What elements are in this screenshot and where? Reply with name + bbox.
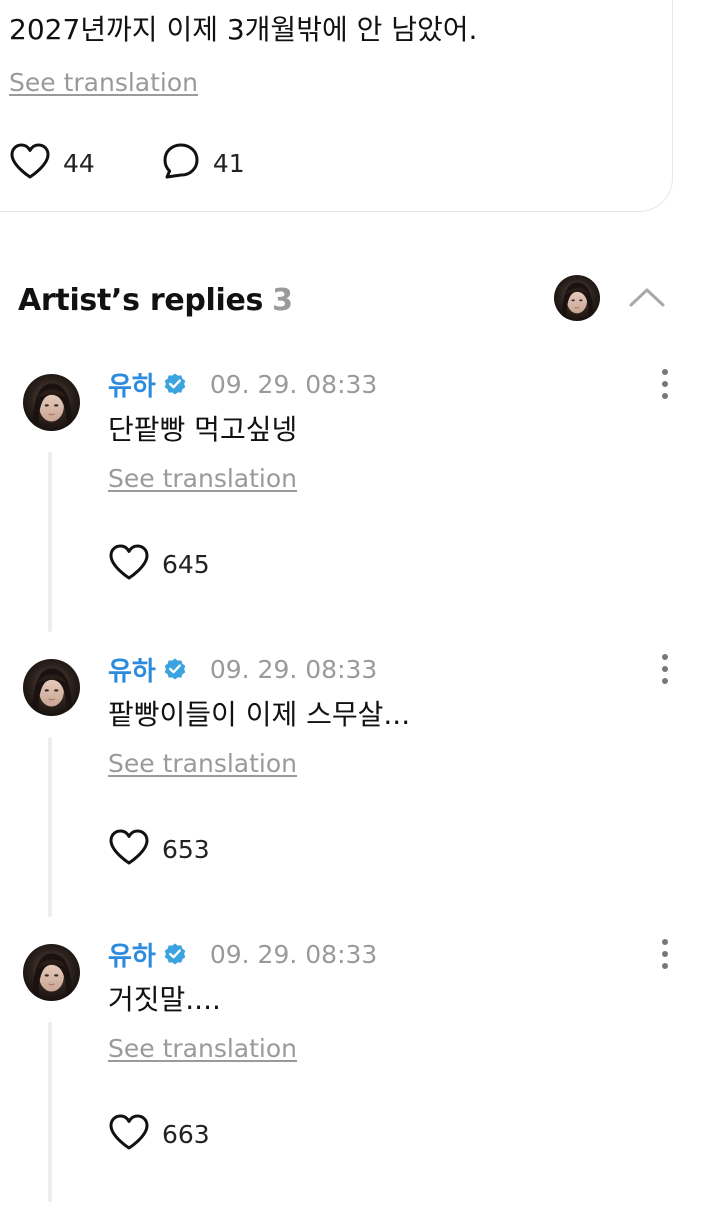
reply-like-count: 663 <box>162 1119 210 1149</box>
more-vertical-icon <box>661 368 669 404</box>
artist-replies-count: 3 <box>272 282 293 318</box>
reply-timestamp: 09. 29. 08:33 <box>209 654 378 684</box>
reply-like-count: 653 <box>162 834 210 864</box>
reply-text: 거짓말.... <box>108 983 221 1016</box>
heart-icon <box>9 142 51 184</box>
reply-text: 팥빵이들이 이제 스무살... <box>108 698 411 731</box>
collapse-replies-button[interactable] <box>624 280 670 318</box>
reply-meta: 유하 09. 29. 08:33 <box>108 934 377 974</box>
reply-more-button[interactable] <box>650 653 680 689</box>
reply-like-count: 645 <box>162 549 210 579</box>
reply-see-translation-link[interactable]: See translation <box>108 462 297 496</box>
reply-author[interactable]: 유하 <box>108 366 156 403</box>
post-text: 2027년까지 이제 3개월밖에 안 남았어. <box>9 13 478 46</box>
reply-text: 단팥빵 먹고싶넹 <box>108 413 298 446</box>
more-vertical-icon <box>661 938 669 974</box>
post-actions: 44 41 <box>9 141 245 185</box>
chevron-up-icon <box>628 286 666 312</box>
reply-avatar[interactable] <box>23 944 80 1001</box>
artist-replies-header: Artist’s replies 3 <box>18 276 293 324</box>
heart-icon <box>108 828 150 870</box>
artist-avatar[interactable] <box>554 275 600 321</box>
reply-avatar[interactable] <box>23 659 80 716</box>
reply-more-button[interactable] <box>650 938 680 974</box>
heart-icon <box>108 543 150 585</box>
reply-see-translation-link[interactable]: See translation <box>108 747 297 781</box>
post-like-count: 44 <box>63 148 95 178</box>
post-comment-button[interactable]: 41 <box>161 141 245 185</box>
reply-timestamp: 09. 29. 08:33 <box>209 369 378 399</box>
reply-meta: 유하 09. 29. 08:33 <box>108 649 377 689</box>
post-see-translation-link[interactable]: See translation <box>9 66 198 100</box>
reply-item: 유하 09. 29. 08:33 팥빵이들이 이제 스무살... See tra… <box>0 647 712 927</box>
reply-avatar[interactable] <box>23 374 80 431</box>
reply-item: 유하 09. 29. 08:33 단팥빵 먹고싶넹 See translatio… <box>0 362 712 642</box>
more-vertical-icon <box>661 653 669 689</box>
verified-badge-icon <box>162 656 188 682</box>
reply-more-button[interactable] <box>650 368 680 404</box>
post-comment-count: 41 <box>212 148 245 178</box>
reply-author[interactable]: 유하 <box>108 936 156 973</box>
thread-line <box>48 1022 52 1202</box>
reply-timestamp: 09. 29. 08:33 <box>209 939 378 969</box>
comment-bubble-icon <box>161 141 201 185</box>
reply-item: 유하 09. 29. 08:33 거짓말.... See translation… <box>0 932 712 1212</box>
reply-like-button[interactable]: 645 <box>108 542 210 586</box>
reply-like-button[interactable]: 663 <box>108 1112 210 1156</box>
post-card: 2027년까지 이제 3개월밖에 안 남았어. See translation … <box>0 0 673 212</box>
thread-line <box>48 452 52 632</box>
reply-see-translation-link[interactable]: See translation <box>108 1032 297 1066</box>
artist-replies-title: Artist’s replies <box>18 282 264 318</box>
reply-like-button[interactable]: 653 <box>108 827 210 871</box>
reply-author[interactable]: 유하 <box>108 651 156 688</box>
post-like-button[interactable]: 44 <box>9 142 95 184</box>
verified-badge-icon <box>162 941 188 967</box>
verified-badge-icon <box>162 371 188 397</box>
thread-line <box>48 737 52 917</box>
heart-icon <box>108 1113 150 1155</box>
reply-meta: 유하 09. 29. 08:33 <box>108 364 377 404</box>
